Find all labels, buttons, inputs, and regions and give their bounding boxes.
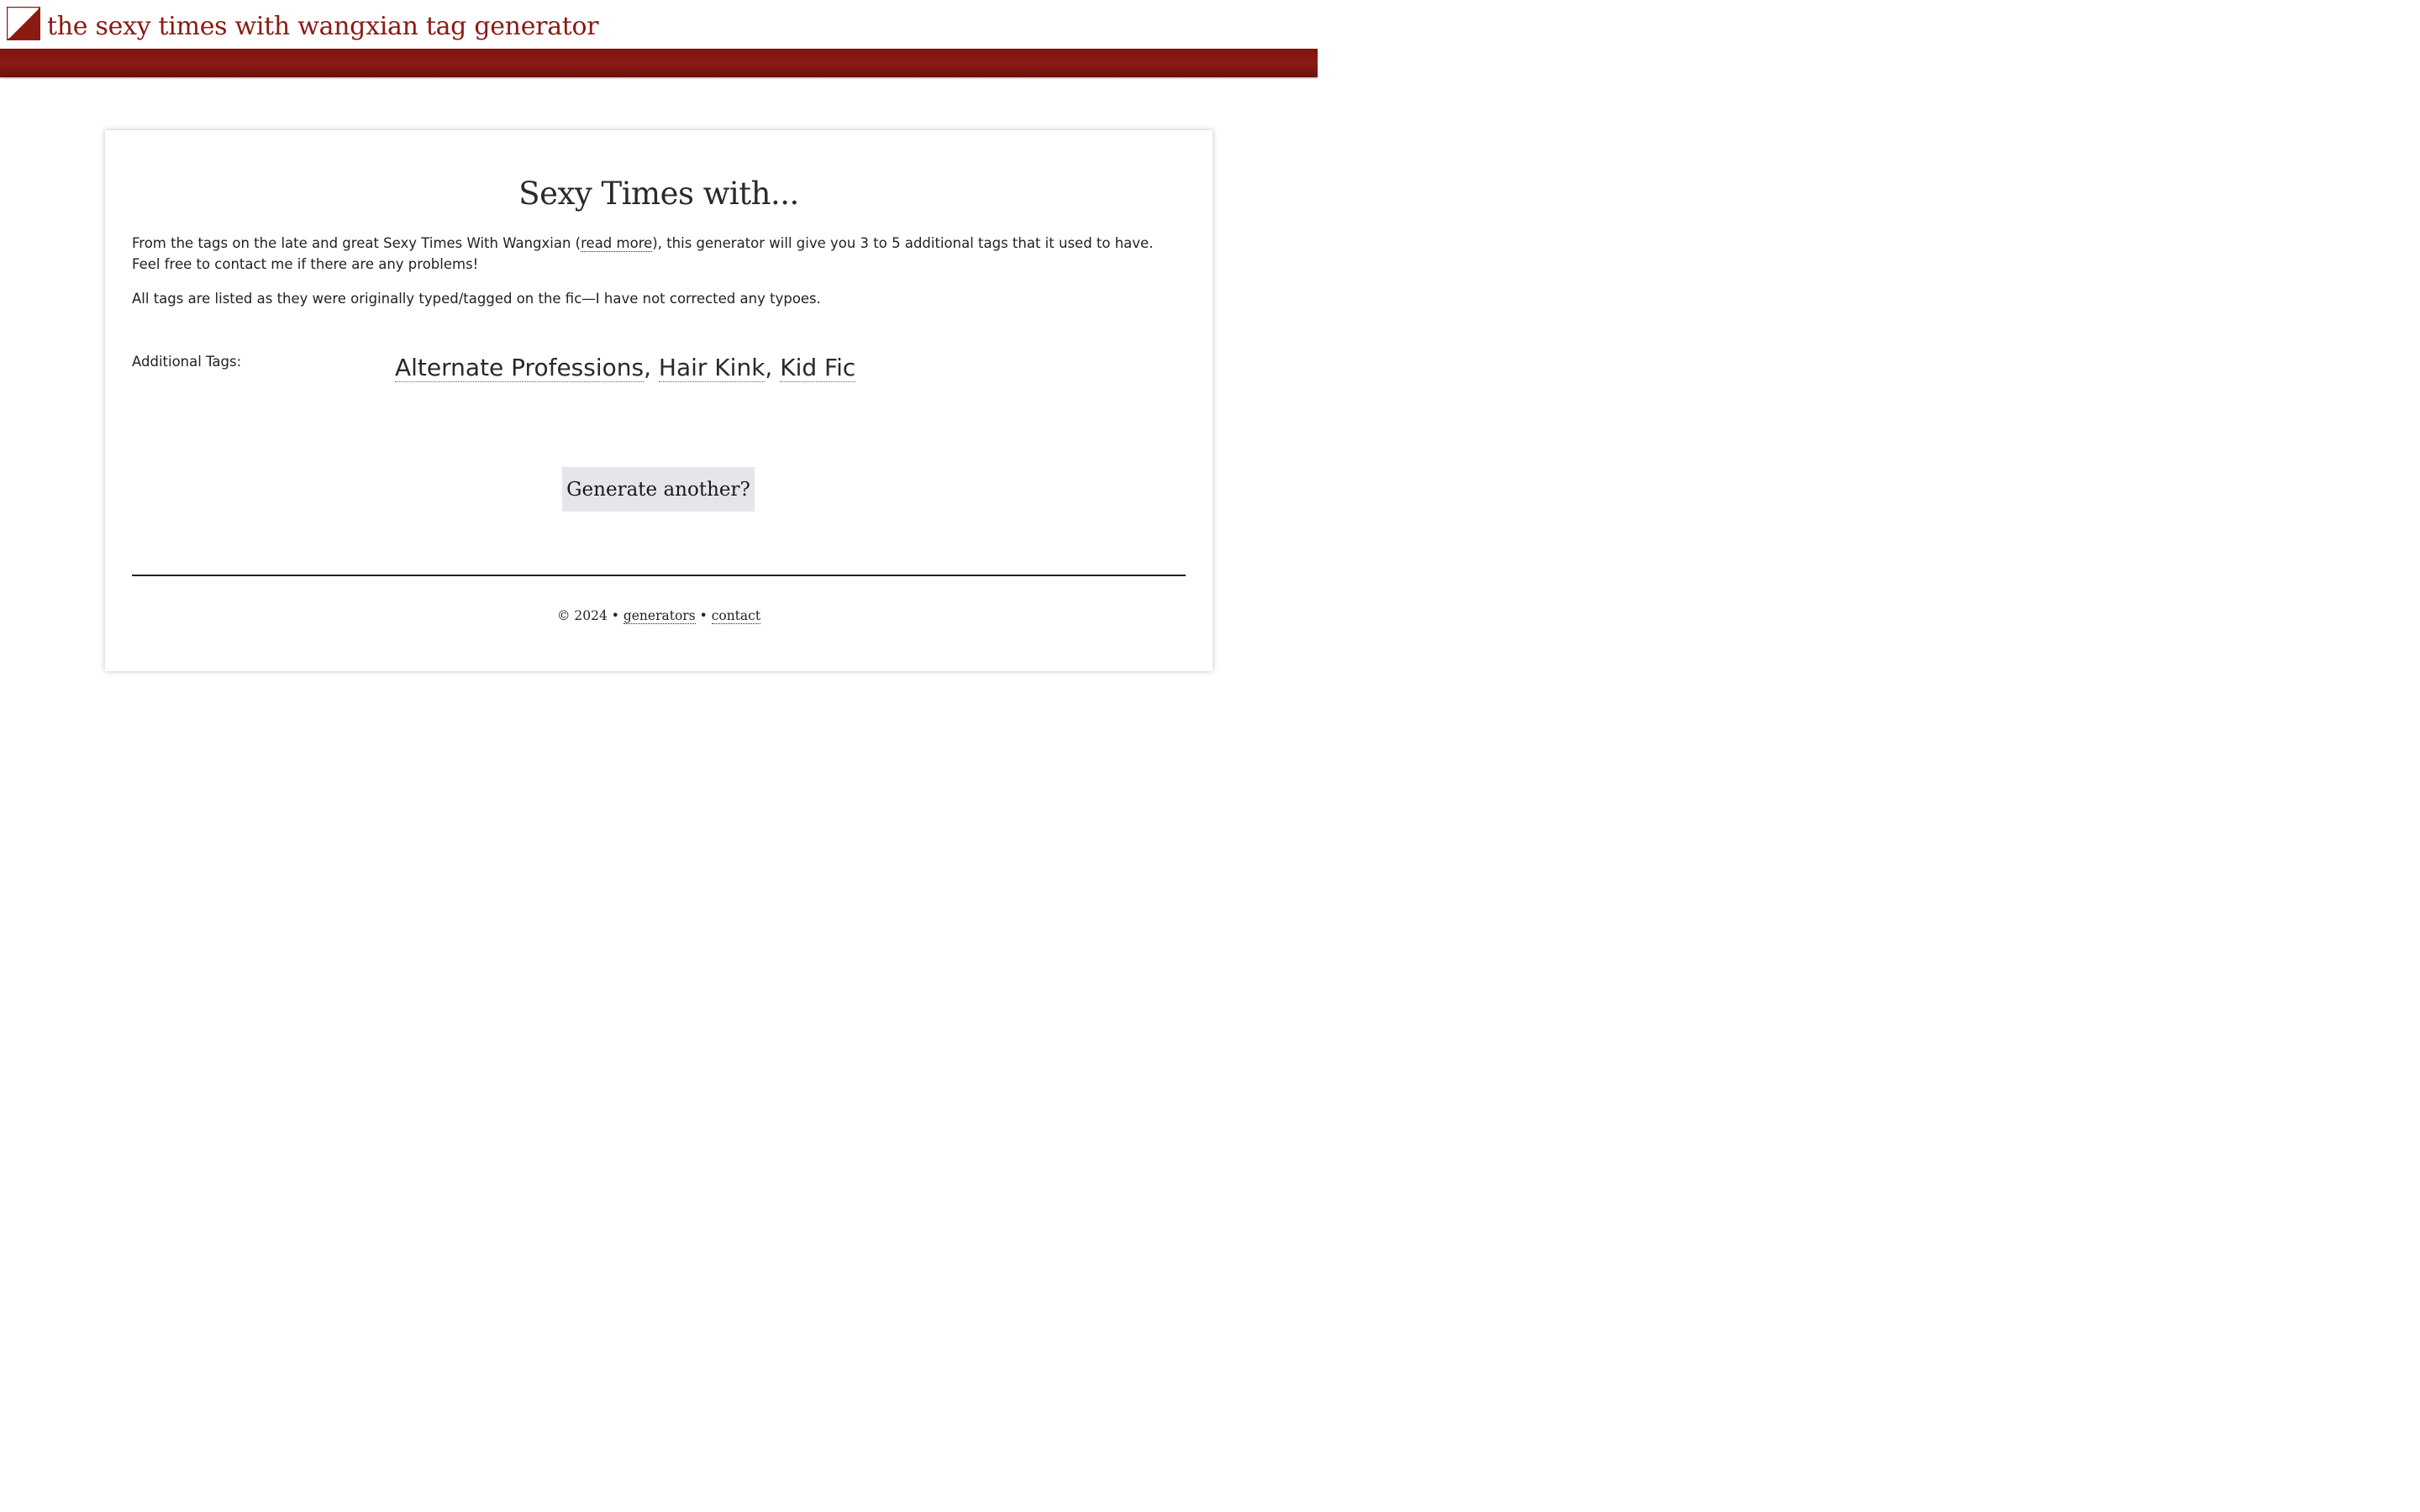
copyright-text: © 2024 • [556, 608, 619, 623]
page-title: Sexy Times with... [518, 176, 799, 212]
footer-divider [132, 575, 1186, 576]
header-bar [0, 49, 1318, 77]
generated-tags: Alternate Professions, Hair Kink, Kid Fi… [395, 352, 856, 384]
generators-link[interactable]: generators [623, 608, 696, 624]
read-more-link[interactable]: read more [581, 235, 653, 252]
tag-item[interactable]: Alternate Professions [395, 354, 644, 382]
site-title[interactable]: the sexy times with wangxian tag generat… [47, 10, 599, 44]
intro-text: From the tags on the late and great Sexy… [132, 234, 1186, 275]
contact-link[interactable]: contact [711, 608, 761, 624]
logo-icon[interactable] [6, 6, 41, 41]
site-header: the sexy times with wangxian tag generat… [0, 0, 1318, 77]
intro-text-start: From the tags on the late and great Sexy… [132, 235, 581, 251]
content-card: Sexy Times with... From the tags on the … [105, 130, 1213, 671]
page: the sexy times with wangxian tag generat… [0, 0, 1318, 823]
typo-note: All tags are listed as they were origina… [132, 291, 821, 307]
tag-item[interactable]: Kid Fic [780, 354, 856, 382]
generate-another-button[interactable]: Generate another? [562, 467, 755, 512]
tag-separator: , [644, 354, 659, 381]
tag-separator: , [765, 354, 781, 381]
tag-item[interactable]: Hair Kink [658, 354, 765, 382]
additional-tags-label: Additional Tags: [132, 354, 242, 370]
footer: © 2024 • generators • contact [132, 606, 1186, 626]
footer-separator: • [699, 608, 708, 623]
